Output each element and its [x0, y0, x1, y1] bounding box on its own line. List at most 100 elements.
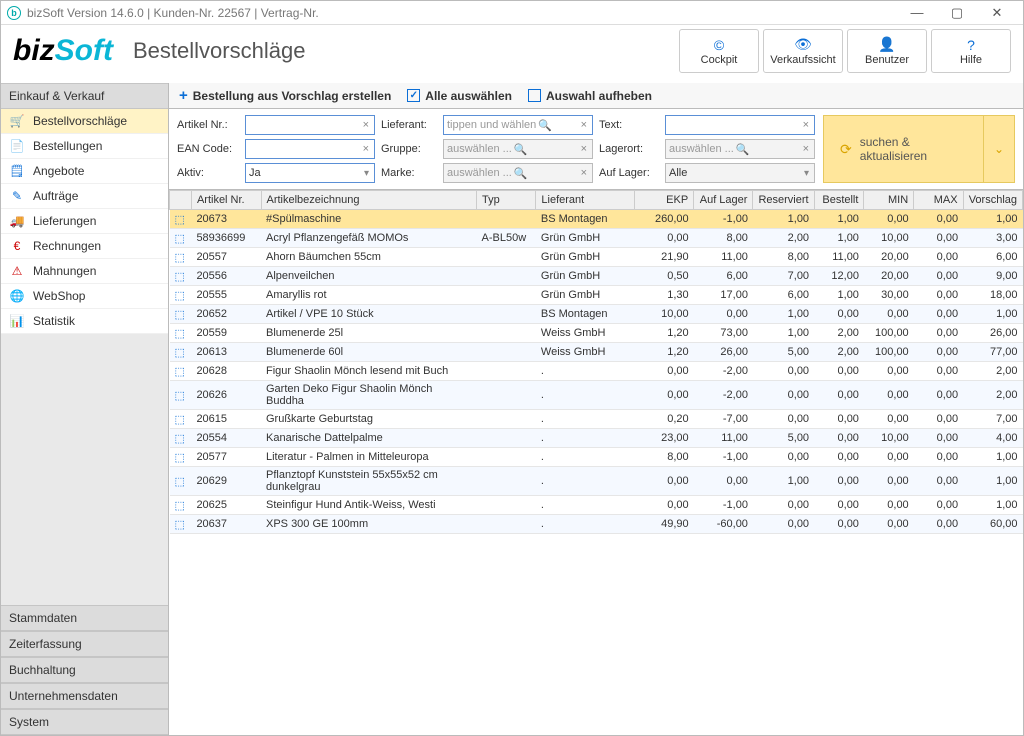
table-row[interactable]: ⬚20557Ahorn Bäumchen 55cmGrün GmbH21,901…: [170, 248, 1023, 267]
cell: 1,00: [814, 210, 864, 229]
sidebar-item-angebote[interactable]: 🗒Angebote: [1, 159, 168, 184]
cell: 0,50: [634, 267, 693, 286]
chevron-down-icon[interactable]: ▾: [802, 168, 811, 179]
search-icon[interactable]: 🔍: [512, 167, 530, 180]
sidebar-section-zeiterfassung[interactable]: Zeiterfassung: [1, 631, 168, 657]
sidebar-item-aufträge[interactable]: ✎Aufträge: [1, 184, 168, 209]
search-dropdown-button[interactable]: ⌄: [984, 115, 1015, 183]
filter-aktiv-select[interactable]: Ja▾: [245, 163, 375, 183]
sidebar-icon: €: [9, 239, 25, 253]
column-header[interactable]: Vorschlag: [963, 191, 1022, 210]
clear-icon[interactable]: ×: [579, 167, 589, 179]
sidebar-item-lieferungen[interactable]: 🚚Lieferungen: [1, 209, 168, 234]
cell: 0,00: [914, 515, 963, 534]
search-icon[interactable]: 🔍: [512, 143, 530, 156]
column-header[interactable]: [170, 191, 192, 210]
column-header[interactable]: MAX: [914, 191, 963, 210]
table-row[interactable]: ⬚20555Amaryllis rotGrün GmbH1,3017,006,0…: [170, 286, 1023, 305]
search-refresh-button[interactable]: ⟳ suchen & aktualisieren: [823, 115, 984, 183]
select-all-button[interactable]: ✓ Alle auswählen: [407, 89, 512, 103]
column-header[interactable]: Artikelbezeichnung: [261, 191, 477, 210]
close-button[interactable]: ✕: [977, 1, 1017, 25]
filter-marke-select[interactable]: auswählen ...🔍×: [443, 163, 593, 183]
sidebar-section-system[interactable]: System: [1, 709, 168, 735]
column-header[interactable]: MIN: [864, 191, 914, 210]
filter-gruppe-select[interactable]: auswählen ...🔍×: [443, 139, 593, 159]
cell: 0,00: [753, 381, 814, 410]
filter-lagerort-select[interactable]: auswählen ...🔍×: [665, 139, 815, 159]
header-icon: 👁: [794, 36, 812, 53]
cell: 20577: [191, 448, 261, 467]
maximize-button[interactable]: ▢: [937, 1, 977, 25]
filter-label-ean: EAN Code:: [177, 143, 239, 155]
sidebar-section-buchhaltung[interactable]: Buchhaltung: [1, 657, 168, 683]
filter-ean-input[interactable]: ×: [245, 139, 375, 159]
table-row[interactable]: ⬚20628Figur Shaolin Mönch lesend mit Buc…: [170, 362, 1023, 381]
column-header[interactable]: Reserviert: [753, 191, 814, 210]
table-row[interactable]: ⬚20652Artikel / VPE 10 StückBS Montagen1…: [170, 305, 1023, 324]
filter-artikel-input[interactable]: ×: [245, 115, 375, 135]
table-row[interactable]: ⬚20637XPS 300 GE 100mm.49,90-60,000,000,…: [170, 515, 1023, 534]
table-row[interactable]: ⬚20626Garten Deko Figur Shaolin Mönch Bu…: [170, 381, 1023, 410]
sidebar-item-label: Rechnungen: [33, 239, 101, 253]
clear-icon[interactable]: ×: [579, 119, 589, 131]
sidebar-item-webshop[interactable]: 🌐WebShop: [1, 284, 168, 309]
header-button-hilfe[interactable]: ?Hilfe: [931, 29, 1011, 73]
sidebar-section-stammdaten[interactable]: Stammdaten: [1, 605, 168, 631]
table-row[interactable]: ⬚20577Literatur - Palmen in Mitteleuropa…: [170, 448, 1023, 467]
cell: 5,00: [753, 343, 814, 362]
cell: [477, 515, 536, 534]
search-icon[interactable]: 🔍: [536, 119, 554, 132]
clear-icon[interactable]: ×: [579, 143, 589, 155]
header-button-cockpit[interactable]: ©Cockpit: [679, 29, 759, 73]
clear-icon[interactable]: ×: [361, 119, 371, 131]
sidebar-item-bestellvorschläge[interactable]: 🛒Bestellvorschläge: [1, 109, 168, 134]
table-row[interactable]: ⬚20554Kanarische Dattelpalme.23,0011,005…: [170, 429, 1023, 448]
table-container[interactable]: Artikel Nr.ArtikelbezeichnungTypLieferan…: [169, 190, 1023, 735]
clear-icon[interactable]: ×: [801, 143, 811, 155]
sidebar-item-bestellungen[interactable]: 📄Bestellungen: [1, 134, 168, 159]
header-button-verkaufssicht[interactable]: 👁Verkaufssicht: [763, 29, 843, 73]
sidebar-item-rechnungen[interactable]: € Rechnungen: [1, 234, 168, 259]
column-header[interactable]: EKP: [634, 191, 693, 210]
sidebar-section-unternehmensdaten[interactable]: Unternehmensdaten: [1, 683, 168, 709]
cell: 0,00: [634, 229, 693, 248]
filter-auflager-select[interactable]: Alle▾: [665, 163, 815, 183]
table-row[interactable]: ⬚20629Pflanztopf Kunststein 55x55x52 cm …: [170, 467, 1023, 496]
cell: 20629: [191, 467, 261, 496]
header-button-benutzer[interactable]: 👤Benutzer: [847, 29, 927, 73]
minimize-button[interactable]: —: [897, 1, 937, 25]
filter-label-auflager: Auf Lager:: [599, 167, 659, 179]
table-row[interactable]: ⬚20559Blumenerde 25lWeiss GmbH1,2073,001…: [170, 324, 1023, 343]
chevron-down-icon[interactable]: ▾: [362, 168, 371, 179]
cell: 6,00: [694, 267, 753, 286]
sidebar-item-label: Statistik: [33, 314, 75, 328]
filter-lieferant-input[interactable]: tippen und wählen🔍×: [443, 115, 593, 135]
search-icon[interactable]: 🔍: [734, 143, 752, 156]
create-order-button[interactable]: + Bestellung aus Vorschlag erstellen: [179, 87, 391, 104]
cell: 0,00: [814, 410, 864, 429]
table-row[interactable]: ⬚20556AlpenveilchenGrün GmbH0,506,007,00…: [170, 267, 1023, 286]
sidebar-item-label: Aufträge: [33, 189, 78, 203]
column-header[interactable]: Lieferant: [536, 191, 634, 210]
column-header[interactable]: Artikel Nr.: [191, 191, 261, 210]
table-row[interactable]: ⬚20673#SpülmaschineBS Montagen260,00-1,0…: [170, 210, 1023, 229]
sidebar-item-mahnungen[interactable]: ⚠Mahnungen: [1, 259, 168, 284]
clear-icon[interactable]: ×: [801, 119, 811, 131]
sidebar-item-label: WebShop: [33, 289, 85, 303]
filter-text-input[interactable]: ×: [665, 115, 815, 135]
column-header[interactable]: Typ: [477, 191, 536, 210]
table-row[interactable]: ⬚20613Blumenerde 60lWeiss GmbH1,2026,005…: [170, 343, 1023, 362]
table-row[interactable]: ⬚58936699Acryl Pflanzengefäß MOMOsA-BL50…: [170, 229, 1023, 248]
column-header[interactable]: Auf Lager: [694, 191, 753, 210]
clear-icon[interactable]: ×: [361, 143, 371, 155]
sidebar-section-einkauf[interactable]: Einkauf & Verkauf: [1, 83, 168, 109]
column-header[interactable]: Bestellt: [814, 191, 864, 210]
cell: 0,00: [753, 496, 814, 515]
table-row[interactable]: ⬚20615Grußkarte Geburtstag.0,20-7,000,00…: [170, 410, 1023, 429]
sidebar-item-statistik[interactable]: 📊Statistik: [1, 309, 168, 334]
table-row[interactable]: ⬚20625Steinfigur Hund Antik-Weiss, Westi…: [170, 496, 1023, 515]
sidebar-item-label: Bestellvorschläge: [33, 114, 127, 128]
cell: .: [536, 410, 634, 429]
deselect-button[interactable]: Auswahl aufheben: [528, 89, 652, 103]
